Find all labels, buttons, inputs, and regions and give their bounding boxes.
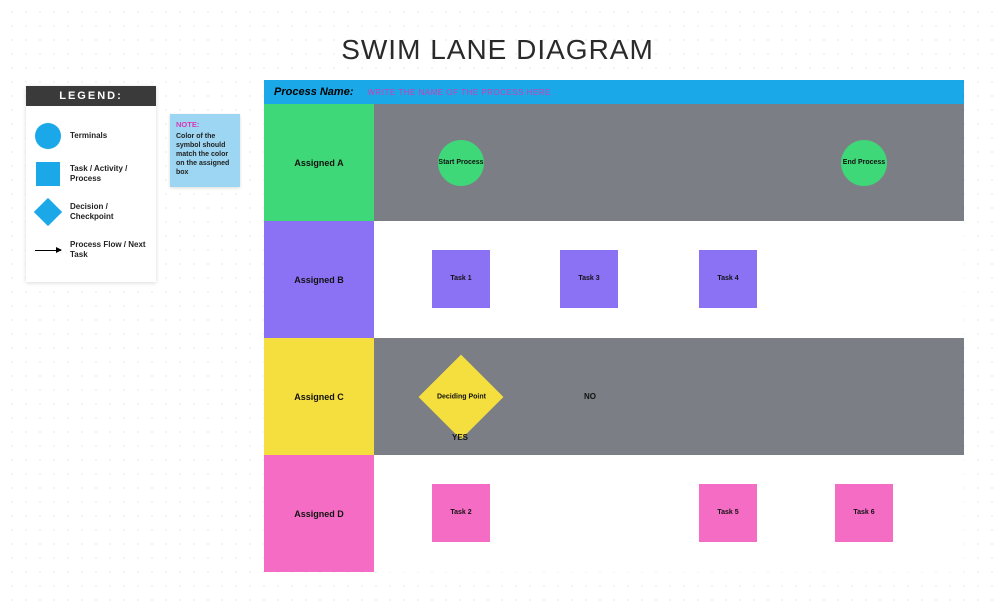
- note-text: Color of the symbol should match the col…: [176, 132, 234, 177]
- lane-body-b: Task 1 Task 3 Task 4: [374, 221, 964, 338]
- lane-body-c: Deciding Point YES NO: [374, 338, 964, 455]
- legend-panel: LEGEND: Terminals Task / Activity / Proc…: [26, 86, 156, 282]
- swimlane-diagram: Process Name: WRITE THE NAME OF THE PROC…: [264, 80, 964, 572]
- lanes-container: Assigned A Start Process End Process Ass…: [264, 104, 964, 572]
- lane-body-d: Task 2 Task 5 Task 6: [374, 455, 964, 572]
- lane-header-c[interactable]: Assigned C: [264, 338, 374, 455]
- legend-label: Process Flow / Next Task: [70, 240, 150, 259]
- circle-icon: [32, 120, 64, 152]
- diamond-icon: [32, 196, 64, 228]
- square-icon: [32, 158, 64, 190]
- node-decision[interactable]: Deciding Point: [419, 355, 504, 440]
- decision-no-label: NO: [584, 392, 596, 401]
- legend-body: Terminals Task / Activity / Process Deci…: [26, 106, 156, 282]
- lane-c: Assigned C Deciding Point YES NO: [264, 338, 964, 455]
- lane-a: Assigned A Start Process End Process: [264, 104, 964, 221]
- node-task6[interactable]: Task 6: [835, 484, 893, 542]
- legend-header: LEGEND:: [26, 86, 156, 106]
- process-name-bar: Process Name: WRITE THE NAME OF THE PROC…: [264, 80, 964, 104]
- node-task5[interactable]: Task 5: [699, 484, 757, 542]
- process-name-label: Process Name:: [274, 86, 354, 98]
- node-end-terminal[interactable]: End Process: [841, 140, 887, 186]
- legend-row-task: Task / Activity / Process: [32, 158, 150, 190]
- lane-header-a[interactable]: Assigned A: [264, 104, 374, 221]
- arrow-icon: [32, 234, 64, 266]
- legend-row-terminals: Terminals: [32, 120, 150, 152]
- legend-label: Decision / Checkpoint: [70, 202, 150, 221]
- node-start-terminal[interactable]: Start Process: [438, 140, 484, 186]
- process-name-placeholder[interactable]: WRITE THE NAME OF THE PROCESS HERE.: [368, 88, 554, 97]
- lane-header-b[interactable]: Assigned B: [264, 221, 374, 338]
- page-title: SWIM LANE DIAGRAM: [4, 34, 991, 66]
- node-task2[interactable]: Task 2: [432, 484, 490, 542]
- lane-b: Assigned B Task 1 Task 3 Task 4: [264, 221, 964, 338]
- lane-body-a: Start Process End Process: [374, 104, 964, 221]
- decision-yes-label: YES: [452, 433, 468, 442]
- node-task3[interactable]: Task 3: [560, 250, 618, 308]
- lane-header-d[interactable]: Assigned D: [264, 455, 374, 572]
- legend-label: Task / Activity / Process: [70, 164, 150, 183]
- note-sticky: NOTE: Color of the symbol should match t…: [170, 114, 240, 187]
- legend-row-decision: Decision / Checkpoint: [32, 196, 150, 228]
- node-task4[interactable]: Task 4: [699, 250, 757, 308]
- legend-label: Terminals: [70, 131, 107, 141]
- lane-d: Assigned D Task 2 Task 5 Task 6: [264, 455, 964, 572]
- diagram-card: SWIM LANE DIAGRAM LEGEND: Terminals Task…: [4, 4, 991, 603]
- node-task1[interactable]: Task 1: [432, 250, 490, 308]
- note-header: NOTE:: [176, 120, 234, 130]
- legend-row-flow: Process Flow / Next Task: [32, 234, 150, 266]
